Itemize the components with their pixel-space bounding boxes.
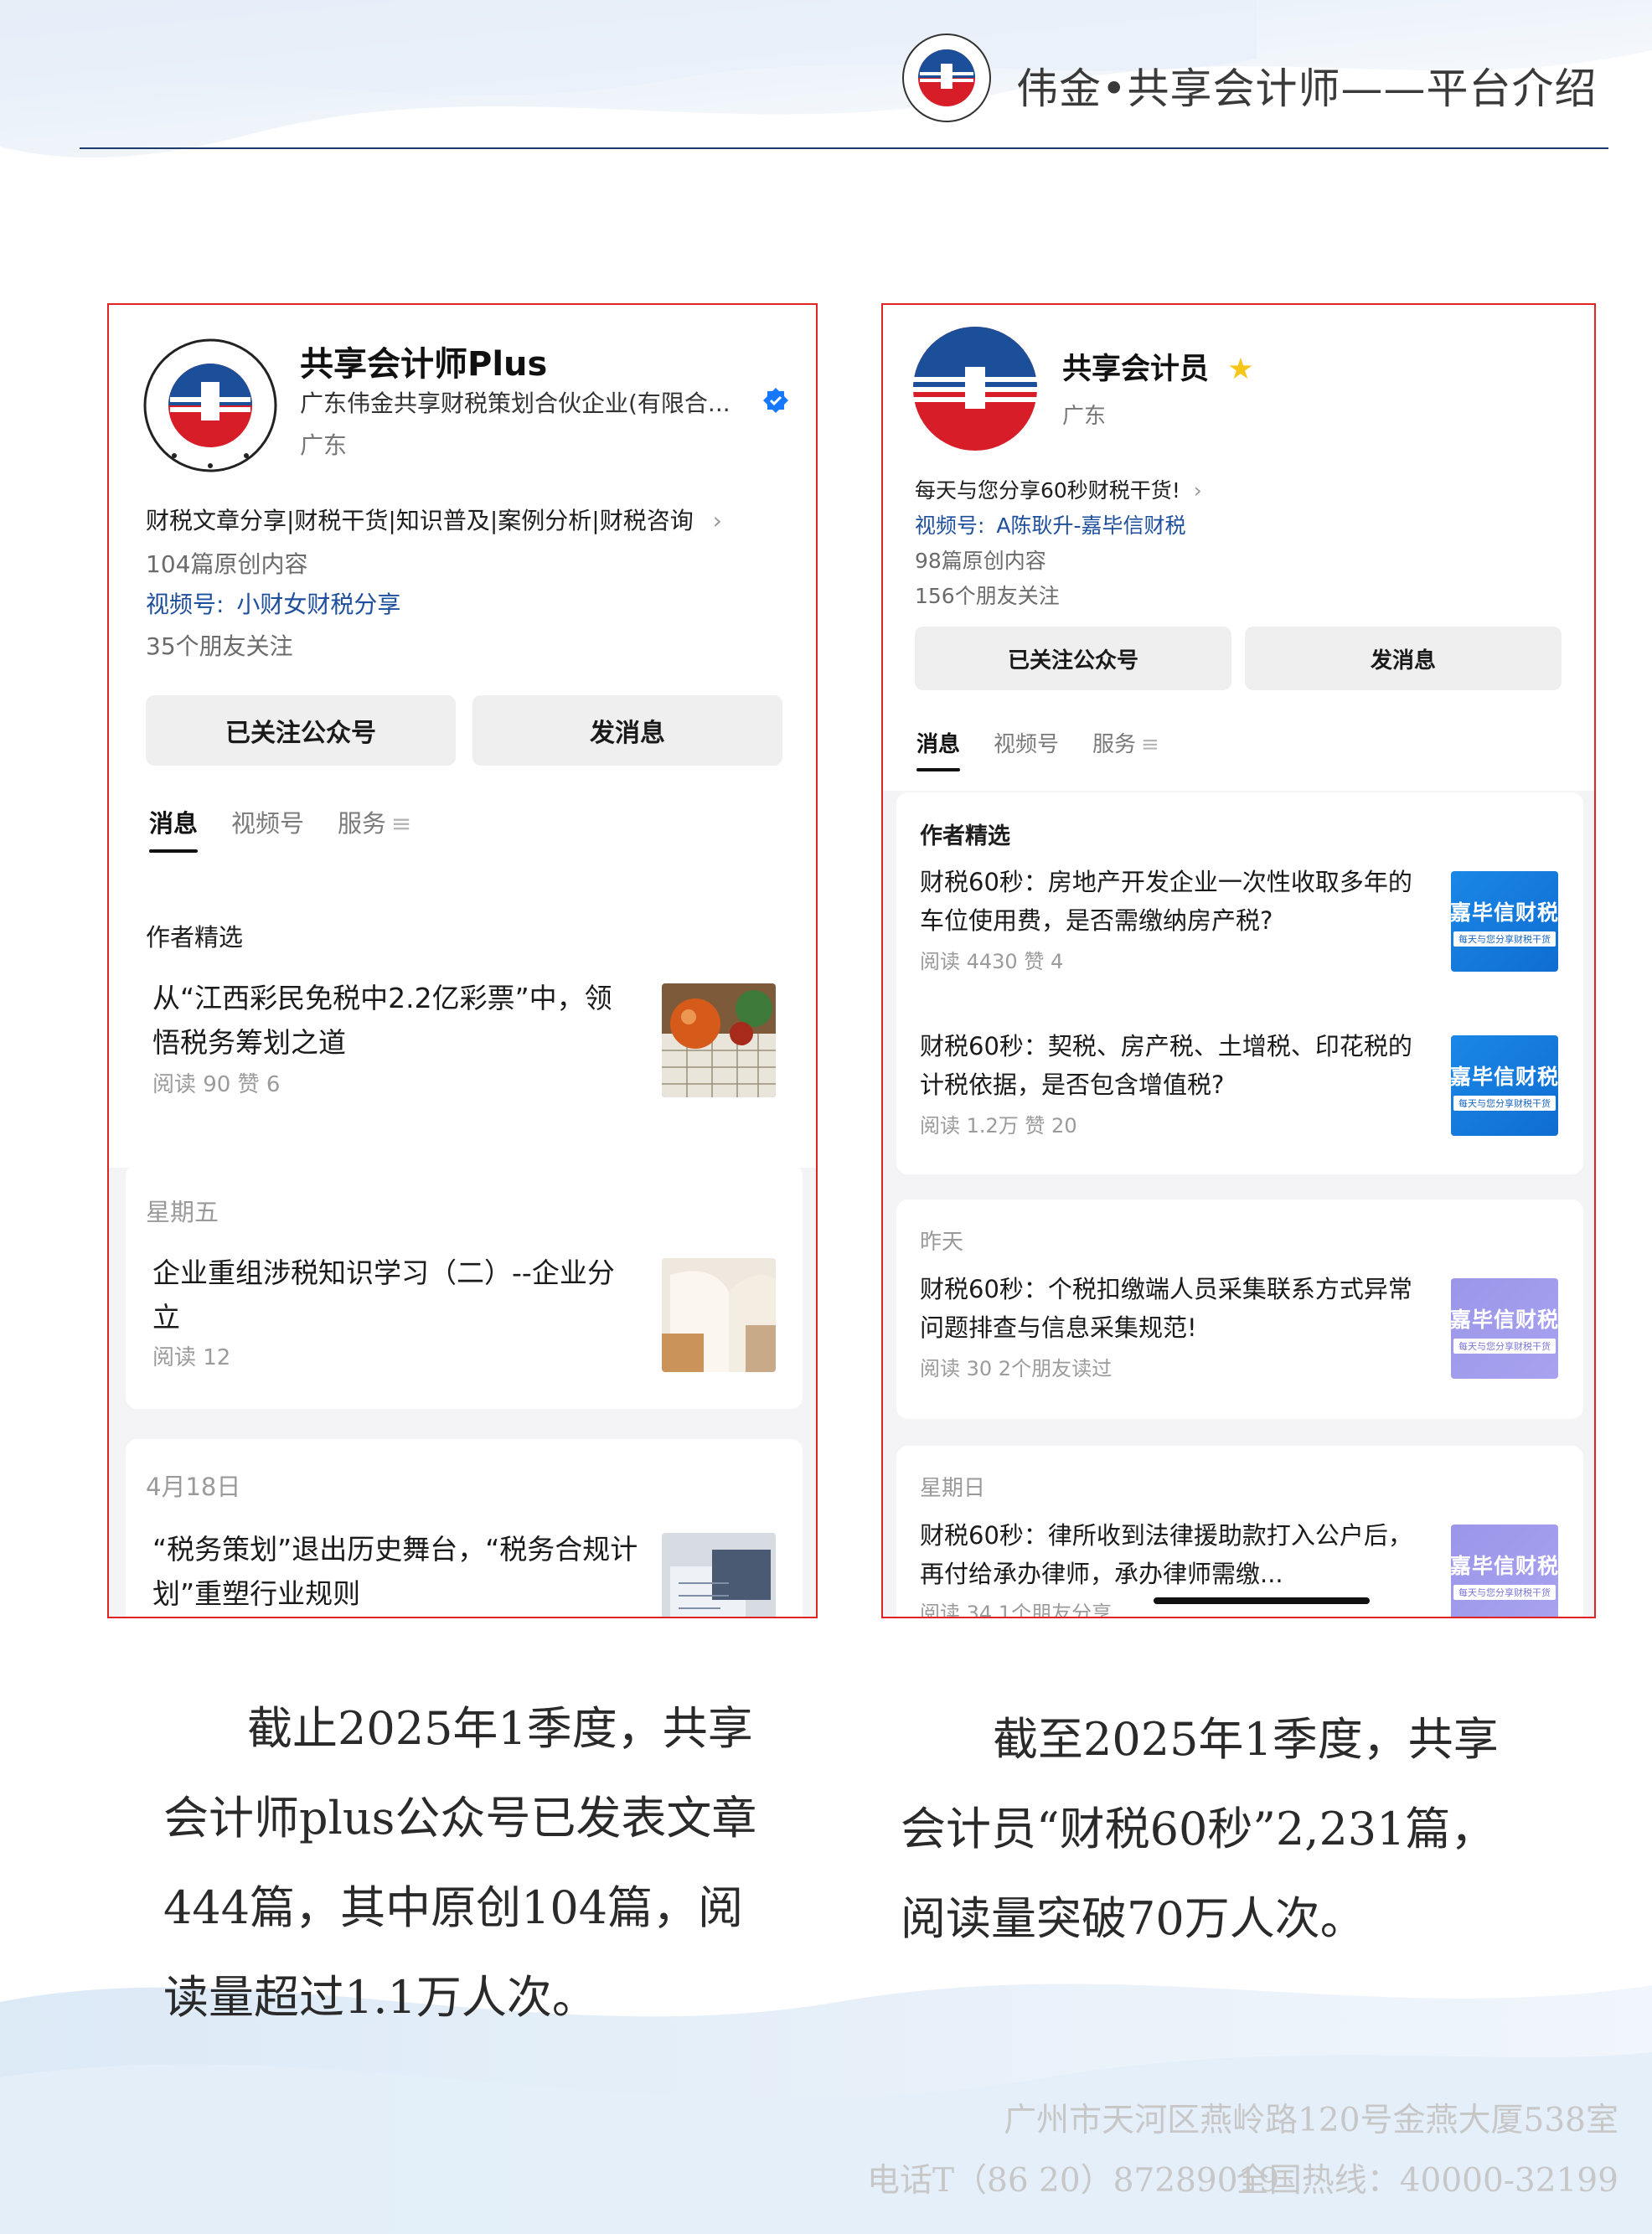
send-message-button[interactable]: 发消息 [1245,627,1562,690]
header-divider [80,147,1608,149]
chevron-right-icon: › [712,507,722,534]
account-location: 广东 [1062,404,1107,429]
account-name-text: 共享会计员 [1062,353,1210,386]
tab-services-label: 服务 [338,809,387,838]
friends-following: 156个朋友关注 [915,584,1060,608]
brand-thumbnail-image: 嘉毕信财税 每天与您分享财税干货 [1451,1035,1558,1136]
article-title[interactable]: 财税60秒：契税、房产税、土增税、印花税的计税依据，是否包含增值税? [920,1027,1422,1105]
menu-icon: ≡ [391,809,412,838]
article-card[interactable]: 作者精选 从“江西彩民免税中2.2亿彩票”中，领悟税务筹划之道 阅读 90 赞 … [126,890,803,1134]
verified-badge-icon [763,388,788,413]
shared-accountant-logo-icon [902,34,991,122]
original-count: 98篇原创内容 [915,549,1046,573]
article-meta: 阅读 30 2个朋友读过 [920,1357,1113,1380]
article-card[interactable]: 昨天 财税60秒：个税扣缴端人员采集联系方式异常问题排查与信息采集规范! 阅读 … [896,1200,1583,1419]
card-header: 作者精选 [146,923,244,952]
account-name: 共享会计员 ★ [1062,345,1254,388]
send-message-button[interactable]: 发消息 [472,695,782,766]
tab-bar: 消息 视频号 服务 ≡ [916,727,1193,771]
home-indicator[interactable] [1154,1597,1370,1604]
article-meta: 阅读 12 [152,1345,231,1370]
original-count: 104篇原创内容 [146,550,308,578]
right-summary-paragraph: 截至2025年1季度，共享会计员“财税60秒”2,231篇，阅读量突破70万人次… [901,1713,1499,1945]
account-intro-text: 每天与您分享60秒财税干货! [915,478,1180,503]
video-name: A陈耿升-嘉毕信财税 [996,513,1186,538]
page-title: 伟金•共享会计师——平台介绍 [1016,64,1598,113]
brand-thumbnail-image: 嘉毕信财税 每天与您分享财税干货 [1451,1278,1558,1379]
article-card[interactable]: 4月18日 “税务策划”退出历史舞台，“税务合规计划”重塑行业规则 [126,1439,803,1617]
footer-phone: 电话T（86 20）87289019 [867,2162,1280,2200]
article-title[interactable]: 财税60秒：个税扣缴端人员采集联系方式异常问题排查与信息采集规范! [920,1270,1422,1348]
tab-video[interactable]: 视频号 [994,727,1059,758]
article-title[interactable]: 财税60秒：律所收到法律援助款打入公户后，再付给承办律师，承办律师需缴... [920,1516,1422,1594]
tab-messages[interactable]: 消息 [149,804,199,853]
video-channel-link[interactable]: 视频号: A陈耿升-嘉毕信财税 [915,509,1186,539]
thumbnail-brand: 嘉毕信财税 [1451,1308,1558,1332]
article-meta: 阅读 90 赞 6 [152,1072,281,1097]
brand-thumbnail-image: 嘉毕信财税 每天与您分享财税干货 [1451,871,1558,972]
friends-following: 35个朋友关注 [146,632,293,660]
article-title[interactable]: 财税60秒：房地产开发企业一次性收取多年的车位使用费，是否需缴纳房产税? [920,863,1422,941]
tab-messages[interactable]: 消息 [916,727,961,771]
card-date: 昨天 [920,1230,964,1255]
menu-icon: ≡ [1141,732,1159,757]
thumbnail-tagline: 每天与您分享财税干货 [1453,1339,1556,1354]
account-company: 广东伟金共享财税策划合伙企业(有限合... [300,390,730,417]
lottery-thumbnail-image [662,983,776,1097]
right-profile: 共享会计员 ★ 广东 每天与您分享60秒财税干货! › 视频号: A陈耿升-嘉毕… [883,305,1594,791]
account-location: 广东 [300,431,348,459]
article-card: 作者精选 财税60秒：房地产开发企业一次性收取多年的车位使用费，是否需缴纳房产税… [896,792,1583,1174]
account-intro[interactable]: 财税文章分享|财税干货|知识普及|案例分析|财税咨询 › [146,503,722,536]
footer-hotline: 全国热线：40000-32199 [1236,2162,1618,2200]
thumbnail-tagline: 每天与您分享财税干货 [1453,931,1556,947]
thumbnail-brand: 嘉毕信财税 [1451,1554,1558,1578]
video-channel-link[interactable]: 视频号: 小财女财税分享 [146,586,400,620]
brand-thumbnail-image: 嘉毕信财税 每天与您分享财税干货 [1451,1525,1558,1617]
article-title[interactable]: “税务策划”退出历史舞台，“税务合规计划”重塑行业规则 [152,1528,638,1617]
tab-services-label: 服务 [1092,732,1137,757]
tab-bar: 消息 视频号 服务 ≡ [149,804,445,853]
article-meta: 阅读 34 1个朋友分享 [920,1602,1113,1618]
tab-video[interactable]: 视频号 [231,804,304,839]
tab-services[interactable]: 服务 ≡ [1092,727,1159,758]
thumbnail-tagline: 每天与您分享财税干货 [1453,1096,1556,1111]
footer-address: 广州市天河区燕岭路120号金燕大厦538室 [1004,2102,1618,2139]
card-date: 4月18日 [146,1473,241,1501]
shared-accountant-logo-icon [911,327,1039,451]
chevron-right-icon: › [1193,478,1202,503]
account-intro[interactable]: 每天与您分享60秒财税干货! › [915,474,1202,504]
thumbnail-tagline: 每天与您分享财税干货 [1453,1585,1556,1600]
card-date: 星期五 [146,1198,219,1226]
article-card[interactable]: 星期五 企业重组涉税知识学习（二）--企业分立 阅读 12 [126,1164,803,1409]
article-card[interactable]: 星期日 财税60秒：律所收到法律援助款打入公户后，再付给承办律师，承办律师需缴.… [896,1446,1583,1618]
video-name: 小财女财税分享 [236,591,401,618]
page-header: 伟金•共享会计师——平台介绍 [895,32,1597,124]
followed-button[interactable]: 已关注公众号 [915,627,1231,690]
star-icon: ★ [1227,353,1254,386]
left-summary-paragraph: 截止2025年1季度，共享会计师plus公众号已发表文章444篇，其中原创104… [163,1702,757,2024]
shared-accountant-logo-icon [143,338,277,472]
account-intro-text: 财税文章分享|财税干货|知识普及|案例分析|财税咨询 [146,507,694,534]
video-label: 视频号: [146,591,225,618]
thumbnail-brand: 嘉毕信财税 [1451,1065,1558,1089]
thumbnail-brand: 嘉毕信财税 [1451,900,1558,925]
card-date: 星期日 [920,1476,986,1501]
book-reading-thumbnail-image [662,1258,776,1372]
tab-services[interactable]: 服务 ≡ [338,804,411,839]
account-name: 共享会计师Plus [300,345,548,384]
right-account-screenshot: 共享会计员 ★ 广东 每天与您分享60秒财税干货! › 视频号: A陈耿升-嘉毕… [881,303,1596,1618]
article-meta: 阅读 4430 赞 4 [920,950,1064,973]
video-label: 视频号: [915,513,985,538]
finance-documents-thumbnail-image [662,1533,776,1617]
card-header: 作者精选 [920,823,1010,849]
article-meta: 阅读 1.2万 赞 20 [920,1114,1077,1138]
article-title[interactable]: 企业重组涉税知识学习（二）--企业分立 [152,1251,630,1340]
left-account-screenshot: 共享会计师Plus 广东伟金共享财税策划合伙企业(有限合... 广东 财税文章分… [107,303,818,1618]
article-title[interactable]: 从“江西彩民免税中2.2亿彩票”中，领悟税务筹划之道 [152,977,622,1065]
followed-button[interactable]: 已关注公众号 [146,695,456,766]
